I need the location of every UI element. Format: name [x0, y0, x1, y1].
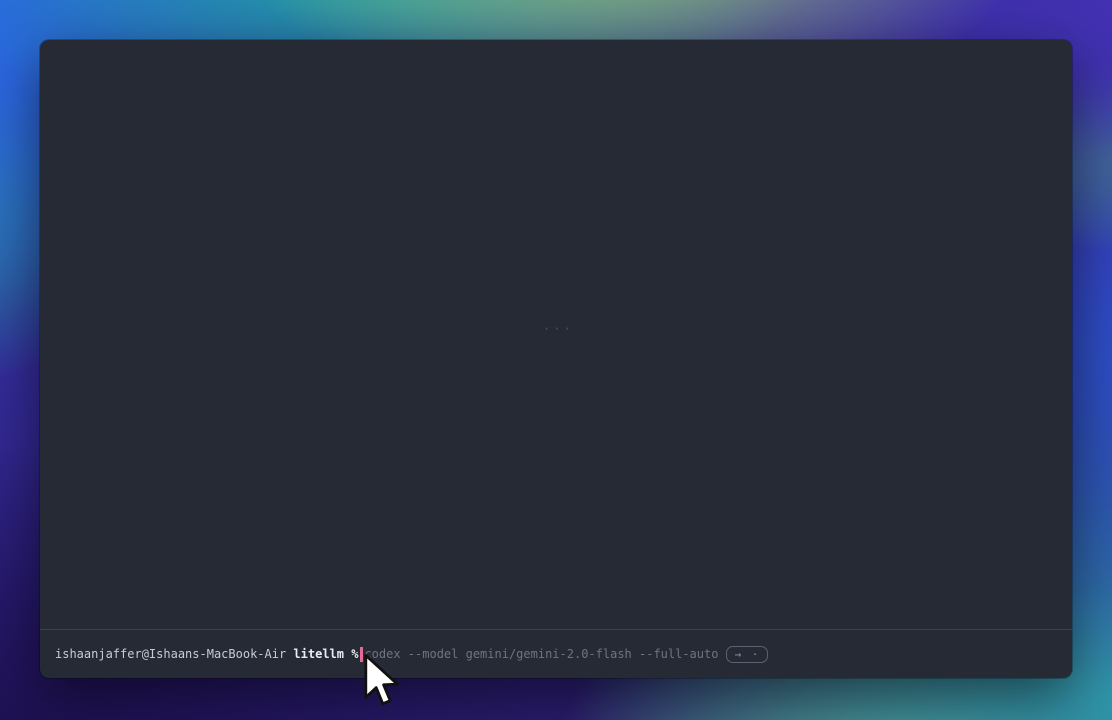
prompt-symbol: % — [344, 647, 358, 661]
prompt-user-host: ishaanjaffer@Ishaans-MacBook-Air — [55, 647, 293, 661]
desktop-wallpaper: ··· ishaanjaffer@Ishaans-MacBook-Air lit… — [0, 0, 1112, 720]
terminal-prompt-bar[interactable]: ishaanjaffer@Ishaans-MacBook-Air litellm… — [40, 630, 1072, 678]
text-cursor — [360, 647, 363, 662]
accept-suggestion-hint-badge: → · — [726, 646, 768, 663]
terminal-output-area: ··· — [40, 40, 1072, 630]
autosuggestion-text: codex --model gemini/gemini-2.0-flash --… — [364, 647, 718, 661]
terminal-window: ··· ishaanjaffer@Ishaans-MacBook-Air lit… — [40, 40, 1072, 678]
loading-dots: ··· — [543, 322, 574, 336]
prompt-directory: litellm — [293, 647, 344, 661]
